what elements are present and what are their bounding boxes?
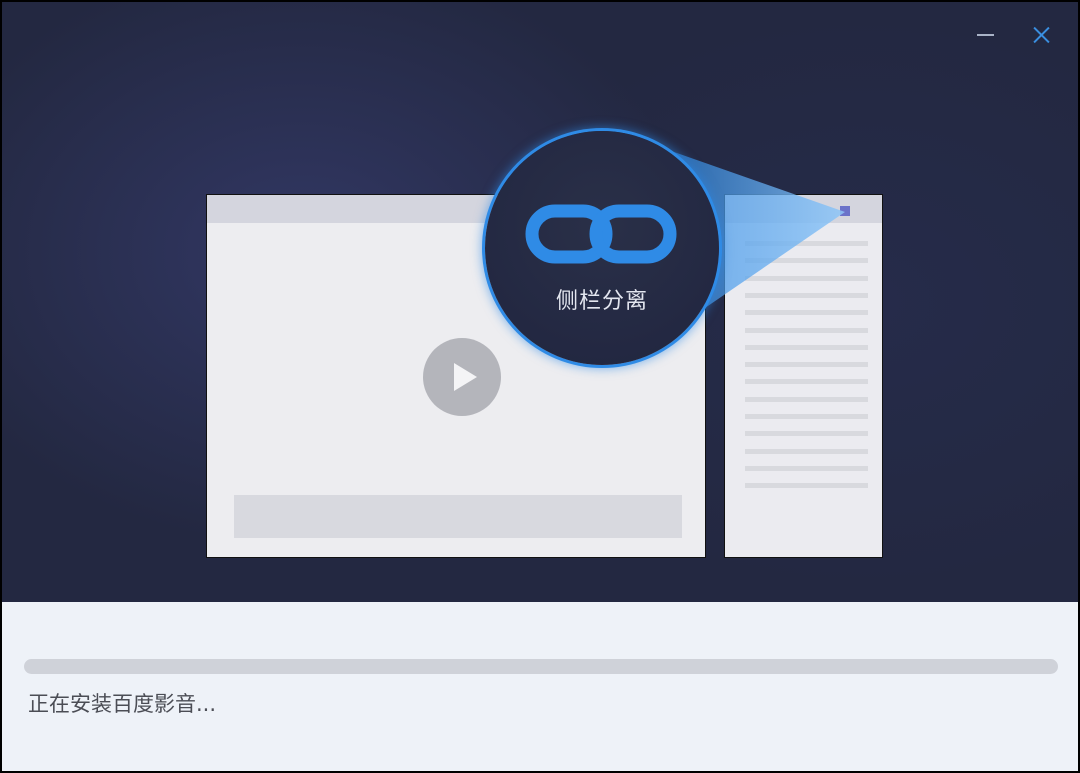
player-controlbar-illustration	[234, 495, 682, 538]
sidebar-line-illustration	[745, 448, 868, 454]
sidebar-titlebar-illustration	[725, 195, 882, 223]
feature-label: 侧栏分离	[555, 289, 648, 314]
detach-marker-icon	[840, 206, 850, 216]
install-status-text: 正在安装百度影音...	[28, 692, 217, 716]
sidebar-line-illustration	[745, 275, 868, 281]
sidebar-line-illustration	[745, 292, 868, 298]
sidebar-line-illustration	[745, 396, 868, 402]
sidebar-line-illustration	[745, 344, 868, 350]
sidebar-line-illustration	[745, 431, 868, 437]
feature-showcase: 侧栏分离	[2, 2, 1078, 602]
play-icon	[423, 338, 501, 416]
sidebar-line-illustration	[745, 241, 868, 246]
feature-badge: 侧栏分离	[485, 131, 719, 365]
sidebar-line-illustration	[745, 258, 868, 264]
minimize-icon	[977, 34, 994, 36]
install-progress-bar	[24, 659, 1058, 674]
install-status-panel: 正在安装百度影音...	[2, 602, 1078, 771]
sidebar-line-illustration	[745, 483, 868, 489]
sidebar-line-illustration	[745, 327, 868, 333]
sidebar-line-illustration	[745, 414, 868, 419]
minimize-button[interactable]	[972, 22, 998, 48]
sidebar-line-illustration	[745, 379, 868, 385]
sidebar-illustration	[724, 194, 883, 558]
sidebar-line-illustration	[745, 465, 868, 471]
sidebar-line-illustration	[745, 362, 868, 368]
installer-window: 侧栏分离 正在安装百度影音...	[0, 0, 1080, 773]
close-button[interactable]	[1029, 22, 1055, 48]
sidebar-line-illustration	[745, 310, 868, 316]
link-icon	[525, 204, 677, 264]
